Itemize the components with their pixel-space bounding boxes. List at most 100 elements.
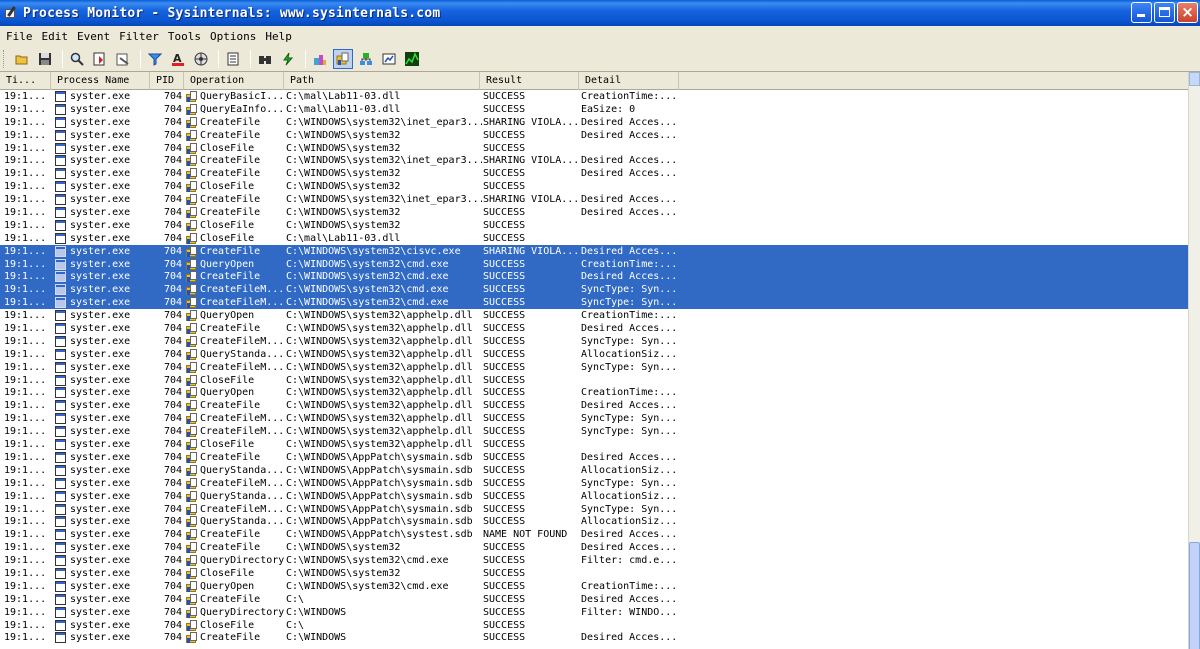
table-row[interactable]: 19:1... syster.exe 704 CreateFileM... C:\WIN…: [0, 412, 1188, 425]
clear-button[interactable]: [113, 49, 133, 69]
table-row[interactable]: 19:1... syster.exe 704 CreateFileM... C:\WIN…: [0, 335, 1188, 348]
filesystem-event-icon: [186, 542, 199, 554]
cell-detail: AllocationSiz...: [581, 490, 678, 502]
table-row[interactable]: 19:1... syster.exe 704 QueryOpen C:\WINDOWS\…: [0, 257, 1188, 271]
cell-process-name: syster.exe: [70, 181, 131, 193]
table-row[interactable]: 19:1... syster.exe 704 CreateFileM... C:\WIN…: [0, 503, 1188, 516]
column-result[interactable]: Result: [480, 72, 579, 90]
cell-result: SUCCESS: [483, 219, 526, 231]
maximize-button[interactable]: [1154, 2, 1175, 23]
table-row[interactable]: 19:1... syster.exe 704 QueryOpen C:\WINDOWS\…: [0, 580, 1188, 593]
menu-edit[interactable]: Edit: [39, 30, 75, 43]
table-row[interactable]: 19:1... syster.exe 704 CreateFile C:\WINDOWS…: [0, 631, 1188, 644]
table-row[interactable]: 19:1... syster.exe 704 CloseFile C:\WINDOWS\…: [0, 219, 1188, 232]
close-button[interactable]: ×: [1177, 2, 1198, 23]
process-icon: [55, 245, 66, 257]
process-icon: [55, 606, 66, 618]
table-row[interactable]: 19:1... syster.exe 704 CreateFileM... C:\WIN…: [0, 296, 1188, 310]
cell-pid: 704: [163, 91, 182, 102]
table-row[interactable]: 19:1... syster.exe 704 CloseFile C:\WINDOWS\…: [0, 374, 1188, 387]
filesystem-button[interactable]: [333, 48, 353, 69]
table-row[interactable]: 19:1... syster.exe 704 CloseFile C:\ SUCCESS: [0, 619, 1188, 632]
table-row[interactable]: 19:1... syster.exe 704 CreateFile C:\WINDOWS…: [0, 270, 1188, 284]
event-list[interactable]: 19:1... syster.exe 704 QueryBasicI... C:\mal…: [0, 90, 1188, 649]
menu-event[interactable]: Event: [74, 30, 116, 43]
column-process-name[interactable]: Process Name: [51, 72, 150, 90]
menu-options[interactable]: Options: [207, 30, 262, 43]
title-bar[interactable]: Process Monitor - Sysinternals: www.sysi…: [0, 0, 1200, 26]
table-row[interactable]: 19:1... syster.exe 704 CreateFile C:\WINDOWS…: [0, 154, 1188, 167]
table-row[interactable]: 19:1... syster.exe 704 QueryStanda... C:\WIN…: [0, 464, 1188, 477]
table-row[interactable]: 19:1... syster.exe 704 QueryOpen C:\WINDOWS\…: [0, 386, 1188, 399]
column-operation[interactable]: Operation: [184, 72, 284, 90]
table-row[interactable]: 19:1... syster.exe 704 QueryDirectory C:\WIN…: [0, 606, 1188, 619]
table-row[interactable]: 19:1... syster.exe 704 CloseFile C:\mal\Lab1…: [0, 232, 1188, 245]
table-row[interactable]: 19:1... syster.exe 704 QueryStanda... C:\WIN…: [0, 515, 1188, 528]
table-row[interactable]: 19:1... syster.exe 704 CreateFile C:\ SUCCESS…: [0, 593, 1188, 606]
table-row[interactable]: 19:1... syster.exe 704 QueryDirectory C:\WIN…: [0, 554, 1188, 567]
table-row[interactable]: 19:1... syster.exe 704 CreateFileM... C:\WIN…: [0, 477, 1188, 490]
cell-pid: 704: [163, 413, 182, 425]
table-row[interactable]: 19:1... syster.exe 704 CreateFile C:\WINDOWS…: [0, 167, 1188, 180]
table-row[interactable]: 19:1... syster.exe 704 CreateFileM... C:\WIN…: [0, 425, 1188, 438]
table-row[interactable]: 19:1... syster.exe 704 CreateFile C:\WINDOWS…: [0, 541, 1188, 554]
table-row[interactable]: 19:1... syster.exe 704 CloseFile C:\WINDOWS\…: [0, 567, 1188, 580]
minimize-button[interactable]: [1131, 2, 1152, 23]
process-activity-button[interactable]: [379, 49, 399, 69]
table-row[interactable]: 19:1... syster.exe 704 CreateFile C:\WINDOWS…: [0, 451, 1188, 464]
cell-pid: 704: [163, 490, 182, 502]
table-row[interactable]: 19:1... syster.exe 704 CreateFileM... C:\WIN…: [0, 361, 1188, 374]
column-path[interactable]: Path: [284, 72, 480, 90]
autoscroll-button[interactable]: [90, 49, 110, 69]
highlight-button[interactable]: A: [168, 49, 188, 69]
table-row[interactable]: 19:1... syster.exe 704 CloseFile C:\WINDOWS\…: [0, 438, 1188, 451]
jump-button[interactable]: [278, 49, 298, 69]
scroll-thumb[interactable]: [1189, 542, 1200, 649]
cell-operation: CreateFile: [200, 155, 261, 167]
table-row[interactable]: 19:1... syster.exe 704 CreateFile C:\WINDOWS…: [0, 206, 1188, 219]
filter-button[interactable]: [145, 49, 165, 69]
cell-time: 19:1...: [4, 503, 47, 515]
menu-file[interactable]: File: [3, 30, 39, 43]
table-row[interactable]: 19:1... syster.exe 704 QueryStanda... C:\WIN…: [0, 348, 1188, 361]
table-row[interactable]: 19:1... syster.exe 704 CreateFile C:\WINDOWS…: [0, 244, 1188, 258]
table-row[interactable]: 19:1... syster.exe 704 QueryOpen C:\WINDOWS\…: [0, 309, 1188, 322]
table-row[interactable]: 19:1... syster.exe 704 CloseFile C:\WINDOWS\…: [0, 180, 1188, 193]
table-row[interactable]: 19:1... syster.exe 704 CreateFile C:\WINDOWS…: [0, 193, 1188, 206]
table-row[interactable]: 19:1... syster.exe 704 CreateFile C:\WINDOWS…: [0, 528, 1188, 541]
toolbar-grip[interactable]: [3, 50, 6, 68]
cell-pid: 704: [163, 567, 182, 579]
table-row[interactable]: 19:1... syster.exe 704 CreateFile C:\WINDOWS…: [0, 116, 1188, 129]
table-row[interactable]: 19:1... syster.exe 704 CreateFile C:\WINDOWS…: [0, 129, 1188, 142]
registry-button[interactable]: [310, 49, 330, 69]
magnify-button[interactable]: [67, 49, 87, 69]
process-icon: [55, 464, 66, 476]
profiling-button[interactable]: [402, 49, 422, 69]
column-pid[interactable]: PID: [150, 72, 184, 90]
table-row[interactable]: 19:1... syster.exe 704 CreateFile C:\WINDOWS…: [0, 399, 1188, 412]
column-detail[interactable]: Detail: [579, 72, 679, 90]
table-row[interactable]: 19:1... syster.exe 704 CloseFile C:\WINDOWS\…: [0, 142, 1188, 155]
process-icon: [55, 284, 66, 296]
open-button[interactable]: [12, 49, 32, 69]
cell-result: SUCCESS: [483, 142, 526, 154]
properties-button[interactable]: [223, 49, 243, 69]
save-button[interactable]: [35, 49, 55, 69]
vertical-scrollbar[interactable]: [1188, 72, 1200, 649]
scroll-up-button[interactable]: [1189, 72, 1200, 86]
table-row[interactable]: 19:1... syster.exe 704 CreateFile C:\WINDOWS…: [0, 322, 1188, 335]
column-time[interactable]: Ti...: [0, 72, 51, 90]
table-row[interactable]: 19:1... syster.exe 704 QueryEaInfo... C:\mal…: [0, 103, 1188, 116]
network-button[interactable]: [191, 49, 211, 69]
cell-operation: CreateFile: [200, 323, 261, 335]
process-monitor-app-icon[interactable]: [4, 6, 18, 20]
menu-help[interactable]: Help: [262, 30, 298, 43]
table-row[interactable]: 19:1... syster.exe 704 QueryStanda... C:\WIN…: [0, 490, 1188, 503]
cell-operation: QueryStanda...: [200, 490, 285, 502]
table-row[interactable]: 19:1... syster.exe 704 QueryBasicI... C:\mal…: [0, 90, 1188, 103]
table-row[interactable]: 19:1... syster.exe 704 CreateFileM... C:\WIN…: [0, 283, 1188, 297]
menu-filter[interactable]: Filter: [116, 30, 165, 43]
find-button[interactable]: [255, 49, 275, 69]
network-activity-button[interactable]: [356, 49, 376, 69]
menu-tools[interactable]: Tools: [165, 30, 207, 43]
